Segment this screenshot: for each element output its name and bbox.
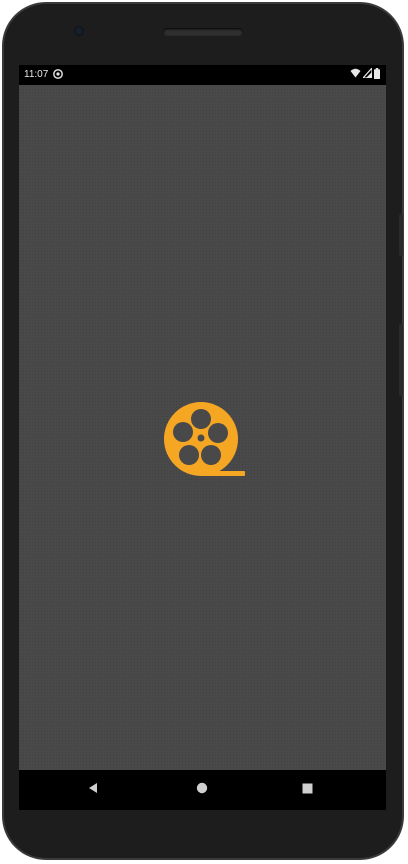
- back-triangle-icon: [87, 781, 99, 799]
- earpiece-speaker: [163, 28, 243, 36]
- status-bar: 11:07: [19, 65, 386, 85]
- battery-icon: [374, 67, 380, 82]
- home-circle-icon: [196, 781, 208, 799]
- navigation-bar: [19, 770, 386, 810]
- home-button[interactable]: [192, 780, 212, 800]
- power-button: [399, 324, 403, 396]
- splash-screen: [19, 85, 386, 770]
- recents-button[interactable]: [297, 780, 317, 800]
- volume-button: [399, 214, 403, 256]
- front-camera: [74, 26, 84, 36]
- back-button[interactable]: [83, 780, 103, 800]
- status-time: 11:07: [24, 69, 49, 80]
- film-reel-icon: [157, 395, 247, 485]
- device-screen: 11:07: [19, 65, 386, 770]
- signal-icon: [361, 66, 373, 81]
- status-icons: [350, 66, 380, 82]
- wifi-icon: [350, 68, 361, 81]
- sync-circle-icon: [53, 69, 63, 79]
- recents-square-icon: [302, 781, 313, 799]
